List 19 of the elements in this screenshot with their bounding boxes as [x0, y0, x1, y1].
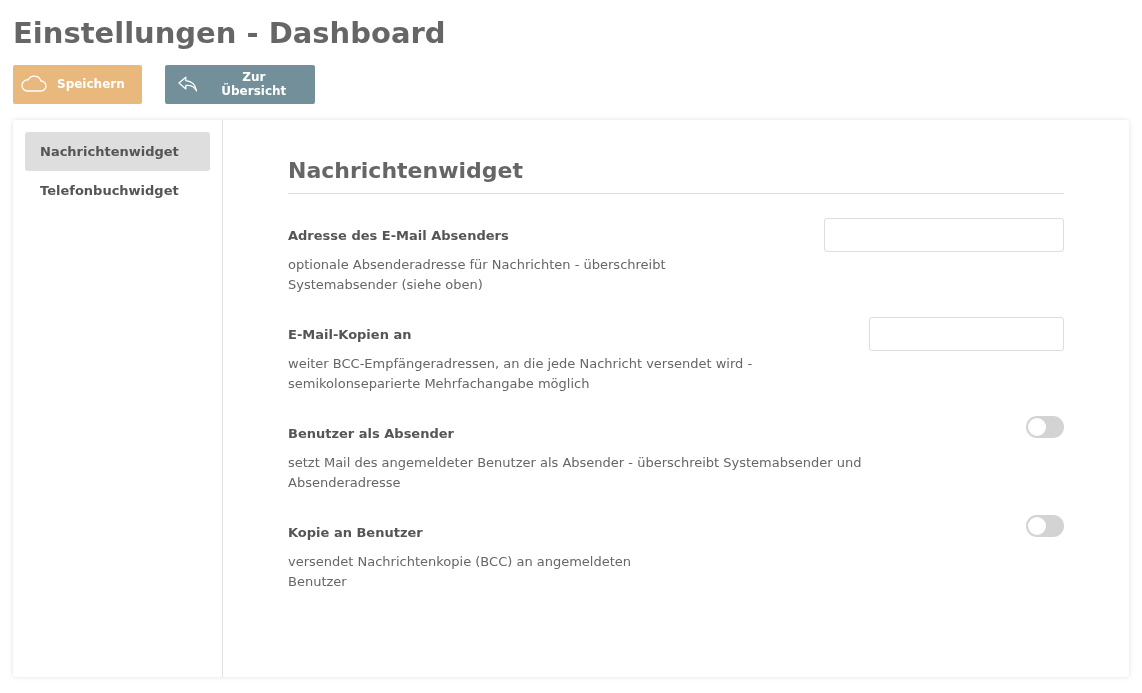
sidebar-item[interactable]: Nachrichtenwidget	[25, 131, 210, 171]
setting-description: setzt Mail des angemeldeter Benutzer als Absender - überschreibt Systemabsender und Absenderadresse	[288, 453, 862, 492]
toggle-switch[interactable]	[1026, 514, 1064, 537]
setting-description: versendet Nachrichtenkopie (BCC) an angemeldeten Benutzer	[288, 552, 632, 591]
input-field[interactable]	[824, 217, 1064, 252]
back-button[interactable]: Zur Übersicht	[165, 64, 315, 104]
setting-label: Kopie an Benutzer	[288, 524, 424, 540]
page-title: Einstellungen - Dashboard	[13, 16, 447, 51]
reply-arrow-icon	[177, 75, 199, 94]
toggle-switch[interactable]	[1026, 415, 1064, 438]
setting-label: E-Mail-Kopien an	[288, 326, 413, 342]
setting-label: Adresse des E-Mail Absenders	[288, 227, 510, 243]
setting-label: Benutzer als Absender	[288, 425, 455, 441]
setting-description: optionale Absenderadresse für Nachrichten - überschreibt Systemabsender (siehe oben)	[288, 255, 666, 294]
cloud-icon	[21, 75, 47, 94]
section-heading: Nachrichtenwidget	[288, 157, 1064, 194]
sidebar-item[interactable]: Telefonbuchwidget	[25, 170, 210, 210]
input-field[interactable]	[869, 316, 1064, 351]
setting-description: weiter BCC-Empfängeradressen, an die jede Nachricht versendet wird - semikolonseparierte Mehrfachangabe möglich	[288, 354, 753, 393]
